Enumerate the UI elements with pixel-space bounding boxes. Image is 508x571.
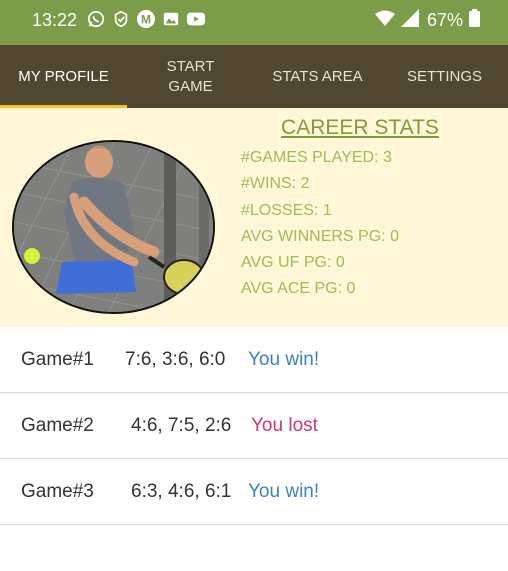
avatar[interactable]	[12, 140, 215, 314]
tab-label: STATS AREA	[272, 67, 363, 85]
stat-losses: #LOSSES: 1	[241, 201, 332, 219]
system-indicators: 67%	[374, 9, 480, 32]
game-score: 6:3, 4:6, 6:1	[131, 481, 232, 502]
wifi-icon	[374, 10, 395, 31]
tab-my-profile[interactable]: MY PROFILE	[0, 45, 127, 108]
list-item[interactable]: Game#2 4:6, 7:5, 2:6 You lost	[0, 393, 508, 459]
battery-icon	[469, 9, 480, 32]
tab-settings[interactable]: SETTINGS	[381, 45, 508, 108]
avatar-photo	[14, 142, 213, 312]
game-name: Game#1	[21, 349, 94, 370]
tab-label: START GAME	[166, 57, 215, 95]
stat-avg-winners: AVG WINNERS PG: 0	[241, 227, 399, 245]
svg-text:M: M	[141, 13, 151, 27]
game-result: You lost	[251, 415, 318, 436]
game-result: You win!	[248, 481, 320, 502]
tab-label: MY PROFILE	[18, 67, 109, 85]
status-bar: 13:22 M 67%	[0, 0, 508, 45]
tab-label: SETTINGS	[406, 67, 482, 85]
notification-icons: M	[86, 9, 206, 29]
stat-wins: #WINS: 2	[241, 175, 310, 193]
games-list: Game#1 7:6, 3:6, 6:0 You win! Game#2 4:6…	[0, 327, 508, 525]
whatsapp-icon	[86, 9, 106, 29]
game-name: Game#2	[21, 415, 94, 436]
game-score: 7:6, 3:6, 6:0	[125, 349, 226, 370]
list-item[interactable]: Game#1 7:6, 3:6, 6:0 You win!	[0, 327, 508, 393]
tab-start-game[interactable]: START GAME	[127, 45, 254, 108]
m-icon: M	[136, 9, 156, 29]
career-stats-list: #GAMES PLAYED: 3 #WINS: 2 #LOSSES: 1 AVG…	[241, 146, 399, 304]
status-time: 13:22	[32, 10, 78, 30]
youtube-icon	[186, 9, 206, 29]
game-result: You win!	[248, 349, 320, 370]
battery-percent: 67%	[426, 10, 463, 30]
game-score: 4:6, 7:5, 2:6	[131, 415, 232, 436]
stat-games-played: #GAMES PLAYED: 3	[241, 149, 392, 166]
check-badge-icon	[111, 9, 131, 29]
stat-avg-ace: AVG ACE PG: 0	[241, 280, 356, 298]
career-stats-title: CAREER STATS	[281, 116, 439, 139]
game-name: Game#3	[21, 481, 94, 502]
signal-icon	[400, 9, 419, 32]
list-item[interactable]: Game#3 6:3, 4:6, 6:1 You win!	[0, 459, 508, 525]
image-icon	[161, 9, 181, 29]
tab-bar: MY PROFILE START GAME STATS AREA SETTING…	[0, 45, 508, 108]
stat-avg-uf: AVG UF PG: 0	[241, 254, 345, 272]
tab-stats-area[interactable]: STATS AREA	[254, 45, 381, 108]
